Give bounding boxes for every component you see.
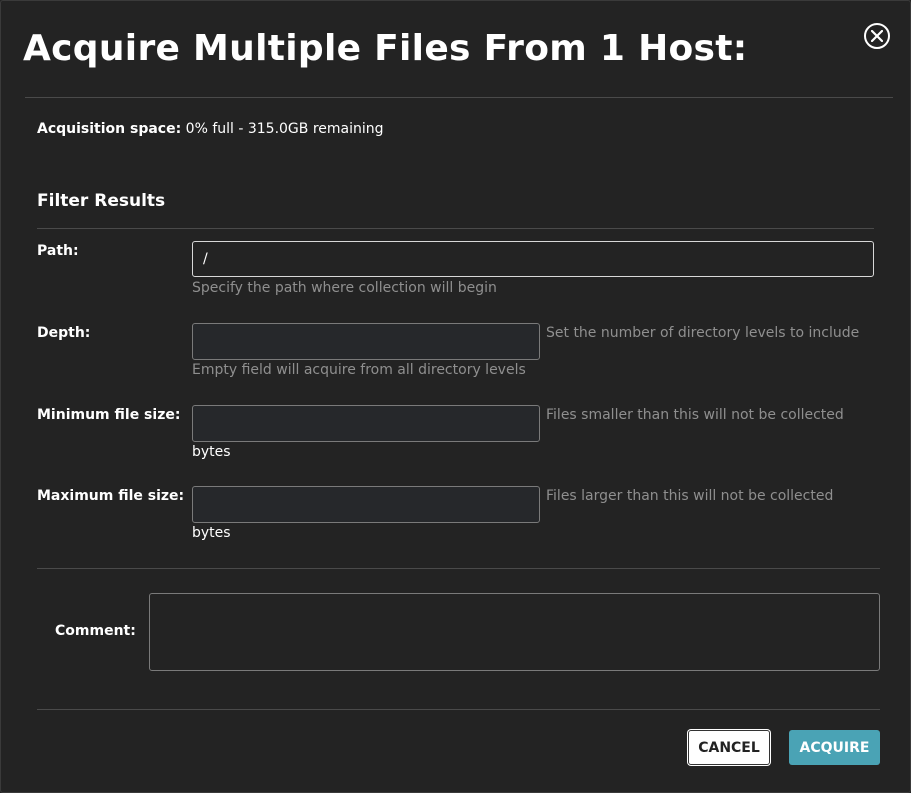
acquire-button[interactable]: ACQUIRE <box>789 730 880 765</box>
min-file-size-help: Files smaller than this will not be coll… <box>546 407 844 423</box>
comment-textarea[interactable] <box>149 593 880 671</box>
acquisition-space-value: 0% full - 315.0GB remaining <box>185 121 384 137</box>
depth-input[interactable] <box>192 323 540 360</box>
filter-divider <box>37 228 874 229</box>
filter-results-heading: Filter Results <box>37 191 166 211</box>
depth-label: Depth: <box>37 325 91 341</box>
depth-help-inline: Set the number of directory levels to in… <box>546 325 860 341</box>
close-button[interactable] <box>864 23 890 49</box>
min-file-size-unit: bytes <box>192 444 231 460</box>
min-file-size-label: Minimum file size: <box>37 407 181 423</box>
cancel-button[interactable]: CANCEL <box>688 730 770 765</box>
title-divider <box>25 97 893 98</box>
acquisition-space-label: Acquisition space: <box>37 121 182 137</box>
min-file-size-input[interactable] <box>192 405 540 442</box>
max-file-size-label: Maximum file size: <box>37 488 185 504</box>
acquisition-space-info: Acquisition space: 0% full - 315.0GB rem… <box>37 121 384 137</box>
dialog-title: Acquire Multiple Files From 1 Host: <box>23 28 748 69</box>
path-label: Path: <box>37 243 79 259</box>
footer-divider <box>37 709 880 710</box>
path-help: Specify the path where collection will b… <box>192 280 497 296</box>
comment-label: Comment: <box>55 623 136 639</box>
close-icon <box>871 30 883 42</box>
path-input[interactable] <box>192 241 874 277</box>
max-file-size-help: Files larger than this will not be colle… <box>546 488 834 504</box>
depth-help-below: Empty field will acquire from all direct… <box>192 362 526 378</box>
comment-divider <box>37 568 880 569</box>
max-file-size-input[interactable] <box>192 486 540 523</box>
acquire-files-dialog: Acquire Multiple Files From 1 Host: Acqu… <box>0 0 911 793</box>
max-file-size-unit: bytes <box>192 525 231 541</box>
